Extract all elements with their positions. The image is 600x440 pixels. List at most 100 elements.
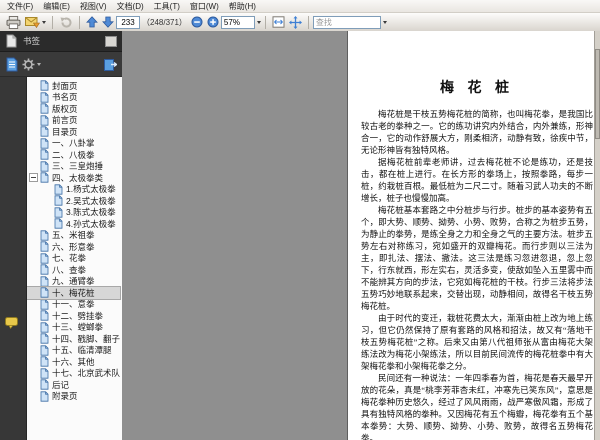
bookmarks-panel-header: 书签 xyxy=(0,31,122,52)
bookmark-label: 九、通臂拳 xyxy=(52,276,95,287)
fit-page-button[interactable] xyxy=(287,14,304,30)
chapter-title: 梅 花 桩 xyxy=(440,81,514,96)
paragraph: 由于时代的变迁，栽桩花费太大，渐渐由桩上改为地上练习，但它仍然保持了原有套路的风… xyxy=(361,313,593,371)
vertical-scrollbar[interactable] xyxy=(594,31,600,440)
bookmark-label: 四、太极拳类 xyxy=(52,172,104,183)
menu-item[interactable]: 文档(D) xyxy=(112,1,149,12)
bookmarks-panel-icon[interactable] xyxy=(5,57,18,72)
bookmark-page-icon xyxy=(40,253,49,264)
menu-bar: 文件(F) 编辑(E) 视图(V) 文档(D) 工具(T) 窗口(W) 帮助(H… xyxy=(0,0,600,13)
previous-view-icon xyxy=(60,17,72,28)
bookmark-label: 附录页 xyxy=(52,391,78,402)
email-dropdown-caret[interactable] xyxy=(42,20,46,24)
zoom-out-icon xyxy=(191,16,203,28)
bookmark-label: 一、八卦掌 xyxy=(52,138,95,149)
bookmark-item[interactable]: 十、梅花桩 xyxy=(27,286,121,300)
bookmark-item[interactable]: 十一、意拳 xyxy=(27,299,120,311)
menu-item[interactable]: 视图(V) xyxy=(75,1,112,12)
fit-width-icon xyxy=(272,16,285,28)
zoom-level-input[interactable] xyxy=(220,15,255,29)
bookmark-item[interactable]: 版权页 xyxy=(27,103,120,115)
bookmark-page-icon xyxy=(40,299,49,310)
bookmark-label: 十四、戳脚、翻子拳 xyxy=(52,333,120,344)
document-viewer: 梅 花 桩 梅花桩是干枝五势梅花桩的简称，也叫梅花拳，是我国比较古老的拳种之一。… xyxy=(122,31,600,440)
menu-item[interactable]: 窗口(W) xyxy=(185,1,224,12)
bookmark-item[interactable]: 十三、螳螂拳 xyxy=(27,322,120,334)
zoom-in-icon xyxy=(207,16,219,28)
bookmark-item[interactable]: 4.孙式太极拳 xyxy=(27,218,120,230)
next-page-button[interactable] xyxy=(100,14,116,30)
print-button[interactable] xyxy=(4,14,23,30)
bookmark-label: 十三、螳螂拳 xyxy=(52,322,104,333)
bookmark-item[interactable]: 封面页 xyxy=(27,80,120,92)
bookmark-item[interactable]: 四、太极拳类 xyxy=(27,172,120,184)
fit-width-button[interactable] xyxy=(270,14,287,30)
bookmark-label: 六、形意拳 xyxy=(52,241,95,252)
expander-minus-icon[interactable] xyxy=(29,173,38,183)
zoom-dropdown-caret[interactable] xyxy=(256,20,261,24)
zoom-out-button[interactable] xyxy=(189,14,205,30)
email-button[interactable] xyxy=(23,14,48,30)
bookmarks-body: 封面页 书名页 版权页 前言页 目录页 一、八卦掌 二、八极拳 三、三皇炮捶 四… xyxy=(0,77,122,440)
bookmark-page-icon xyxy=(40,126,49,137)
bookmark-item[interactable]: 目录页 xyxy=(27,126,120,138)
bookmark-options-button[interactable] xyxy=(22,58,41,71)
page-count-label: （248/371） xyxy=(142,17,187,27)
bookmark-item[interactable]: 十二、劈挂拳 xyxy=(27,310,120,322)
toolbar-separator xyxy=(307,15,309,29)
paragraph: 据梅花桩前辈老师讲，过去梅花桩不论是练功，还是技击，都在桩上进行。在长方形的拳场… xyxy=(361,157,593,203)
bookmark-page-icon xyxy=(40,345,49,356)
bookmark-label: 十七、北京武术队 xyxy=(52,368,120,379)
bookmark-page-icon xyxy=(54,184,63,195)
bookmarks-panel-title: 书签 xyxy=(23,36,41,46)
menu-item[interactable]: 帮助(H) xyxy=(224,1,261,12)
bookmark-item[interactable]: 二、八极拳 xyxy=(27,149,120,161)
bookmark-page-icon xyxy=(40,276,49,287)
expand-current-bookmark-icon[interactable] xyxy=(104,58,117,71)
previous-view-button[interactable] xyxy=(57,14,75,30)
bookmark-item[interactable]: 六、形意拳 xyxy=(27,241,120,253)
bookmark-item[interactable]: 1.杨式太极拳 xyxy=(27,184,120,196)
bookmark-page-icon xyxy=(40,322,49,333)
comments-panel-icon[interactable] xyxy=(5,317,20,329)
bookmark-item[interactable]: 七、花拳 xyxy=(27,253,120,265)
bookmark-page-icon xyxy=(54,195,63,206)
options-dropdown-caret xyxy=(37,62,41,66)
bookmark-item[interactable]: 十四、戳脚、翻子拳 xyxy=(27,333,120,345)
menu-item[interactable]: 工具(T) xyxy=(149,1,185,12)
bookmark-item[interactable]: 五、米祖拳 xyxy=(27,230,120,242)
bookmark-item[interactable]: 后记 xyxy=(27,379,120,391)
bookmark-page-icon xyxy=(40,310,49,321)
bookmark-label: 4.孙式太极拳 xyxy=(66,218,116,229)
bookmark-item[interactable]: 三、三皇炮捶 xyxy=(27,161,120,173)
bookmark-item[interactable]: 附录页 xyxy=(27,391,120,403)
zoom-in-button[interactable] xyxy=(205,14,221,30)
bookmark-item[interactable]: 2.吴式太极拳 xyxy=(27,195,120,207)
bookmark-item[interactable]: 八、查拳 xyxy=(27,264,120,276)
bookmark-item[interactable]: 十五、临清潭腿 xyxy=(27,345,120,357)
page-number-input[interactable] xyxy=(116,15,140,29)
bookmark-item[interactable]: 十七、北京武术队 xyxy=(27,368,120,380)
toolbar-separator xyxy=(52,15,53,29)
find-dropdown-caret[interactable] xyxy=(382,20,387,24)
scrollbar-thumb[interactable] xyxy=(595,49,600,139)
pages-panel-icon[interactable] xyxy=(5,34,17,48)
bookmark-label: 前言页 xyxy=(52,115,78,126)
bookmark-page-icon xyxy=(40,287,49,298)
panel-menu-button[interactable] xyxy=(105,35,117,47)
menu-item[interactable]: 编辑(E) xyxy=(38,1,75,12)
bookmark-item[interactable]: 3.陈式太极拳 xyxy=(27,207,120,219)
bookmark-item[interactable]: 一、八卦掌 xyxy=(27,138,120,150)
bookmark-item[interactable]: 书名页 xyxy=(27,92,120,104)
bookmark-item[interactable]: 十六、其他 xyxy=(27,356,120,368)
bookmark-label: 2.吴式太极拳 xyxy=(66,195,116,206)
previous-page-button[interactable] xyxy=(84,14,100,30)
bookmark-item[interactable]: 前言页 xyxy=(27,115,120,127)
menu-item[interactable]: 文件(F) xyxy=(2,1,38,12)
bookmarks-panel: 书签 封面页 书名页 版权页 前言页 目录页 一、八卦掌 二、八极拳 三、三皇炮… xyxy=(0,31,122,440)
bookmark-page-icon xyxy=(40,368,49,379)
find-input[interactable] xyxy=(312,15,381,29)
bookmark-page-icon xyxy=(40,333,49,344)
bookmark-item[interactable]: 九、通臂拳 xyxy=(27,276,120,288)
fit-page-icon xyxy=(288,15,302,29)
